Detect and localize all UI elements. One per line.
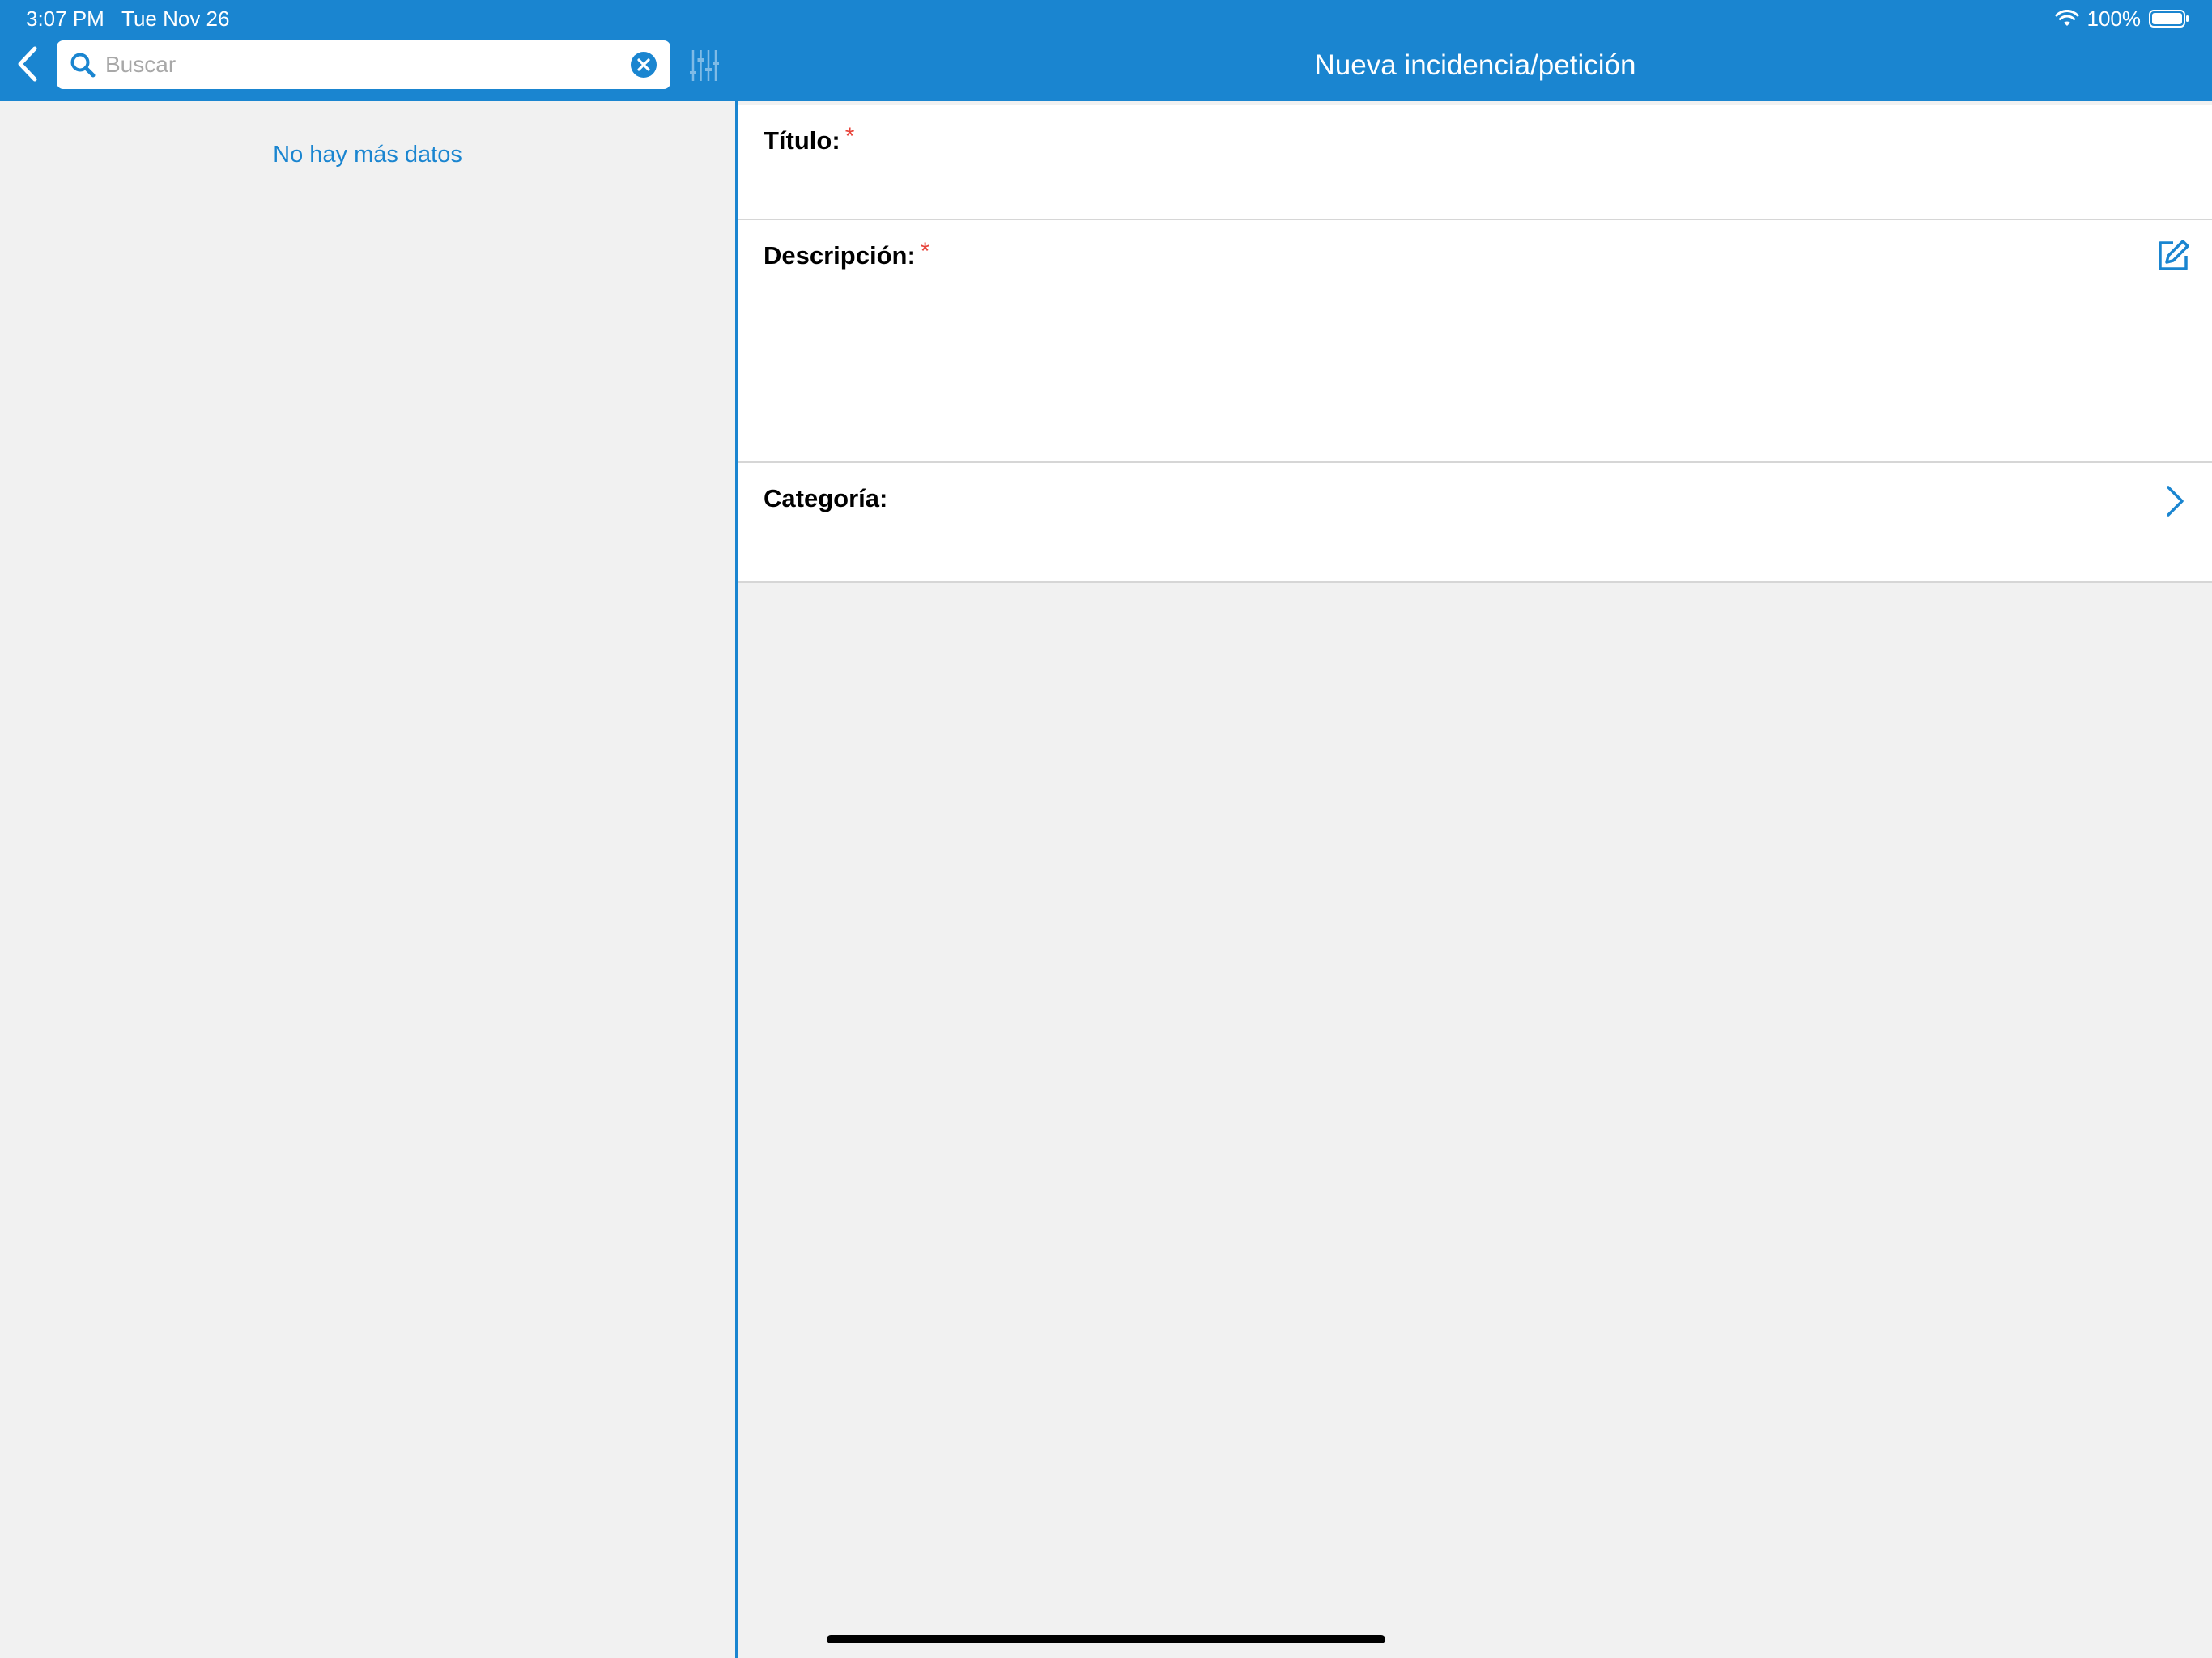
titulo-input[interactable] bbox=[764, 165, 2172, 206]
chevron-right-icon bbox=[2167, 486, 2184, 517]
new-incident-form: Título: * Descripción: * Categoría: bbox=[738, 105, 2212, 583]
top-bar: 3:07 PM Tue Nov 26 100% Buscar Nueva inc… bbox=[0, 0, 2212, 101]
descripcion-label: Descripción: * bbox=[764, 238, 930, 273]
titulo-label-text: Título: bbox=[764, 126, 840, 155]
required-mark: * bbox=[844, 123, 855, 150]
master-list-pane: No hay más datos bbox=[0, 101, 735, 1658]
required-mark: * bbox=[920, 238, 930, 265]
descripcion-textarea[interactable] bbox=[764, 282, 2172, 444]
status-time-text: 3:07 PM bbox=[26, 6, 104, 31]
chevron-left-icon bbox=[18, 46, 37, 82]
search-icon bbox=[70, 53, 96, 78]
descripcion-label-text: Descripción: bbox=[764, 241, 916, 270]
home-indicator bbox=[827, 1635, 1385, 1643]
titulo-row: Título: * bbox=[738, 105, 2212, 220]
descripcion-row: Descripción: * bbox=[738, 220, 2212, 463]
edit-icon[interactable] bbox=[2155, 238, 2191, 274]
status-date-text: Tue Nov 26 bbox=[121, 6, 230, 31]
back-button[interactable] bbox=[11, 42, 44, 86]
battery-full-icon bbox=[2149, 9, 2189, 28]
clear-search-icon[interactable] bbox=[630, 51, 657, 79]
battery-percent: 100% bbox=[2087, 6, 2142, 31]
status-bar-right: 100% bbox=[2055, 5, 2190, 32]
search-box bbox=[57, 40, 670, 89]
titulo-label: Título: * bbox=[764, 123, 855, 158]
filter-sliders-icon[interactable] bbox=[690, 49, 719, 83]
page-title: Nueva incidencia/petición bbox=[1314, 49, 1636, 81]
categoria-label: Categoría: bbox=[764, 484, 888, 512]
app-screen: 3:07 PM Tue Nov 26 100% Buscar Nueva inc… bbox=[0, 0, 2212, 1658]
wifi-icon bbox=[2055, 10, 2079, 28]
status-bar-time: 3:07 PM Tue Nov 26 bbox=[26, 6, 229, 31]
categoria-row[interactable]: Categoría: bbox=[738, 463, 2212, 583]
search-input[interactable] bbox=[105, 45, 591, 84]
empty-list-message: No hay más datos bbox=[273, 142, 462, 168]
